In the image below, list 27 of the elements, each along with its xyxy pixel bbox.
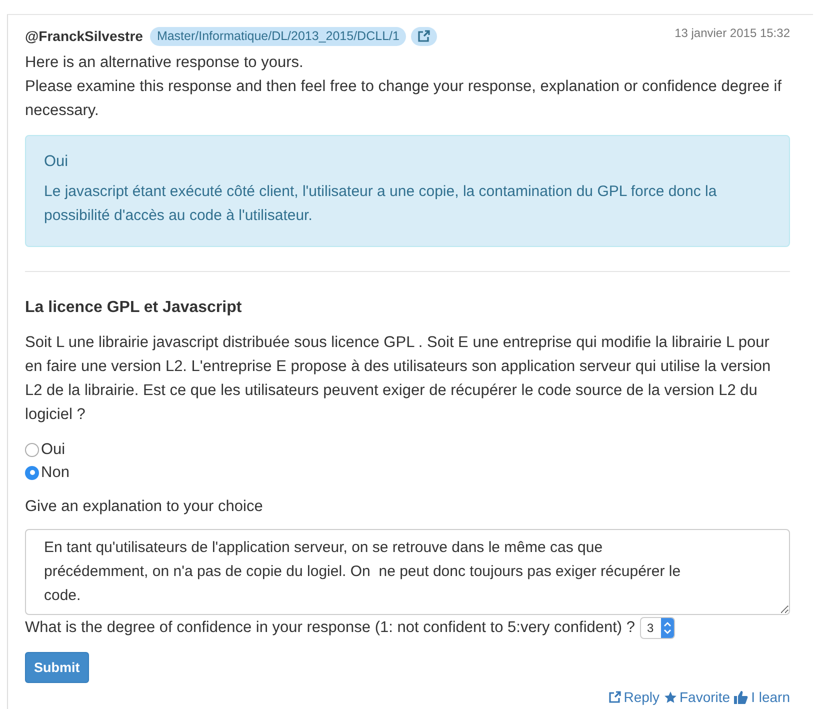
share-icon — [418, 30, 430, 42]
explanation-field[interactable]: En tant qu'utilisateurs de l'application serveur, on se retrouve dans le même cas que précédemment, on n'a pas de copie du logiel. On ne peut donc toujours pas exiger récupérer le code. — [25, 529, 790, 615]
intro-text: Please examine this response and then feel free to change your response, explanation or confidence degree if necessary. — [25, 77, 783, 121]
post-date: 13 janvier 2015 15:32 — [674, 25, 790, 41]
favorite-link[interactable]: Favorite — [664, 689, 730, 705]
share-button[interactable] — [411, 26, 438, 46]
submit-button[interactable]: Submit — [25, 652, 89, 683]
confidence-label: What is the degree of confidence in your response (1: not confident to 5:very confident) ? — [25, 618, 636, 638]
reply-link[interactable]: Reply — [608, 689, 660, 705]
reply-icon — [608, 691, 621, 703]
question-text: Soit L une librairie javascript distribuée sous licence GPL . Soit E une entreprise qui modifie la librairie L pour en faire une version L2. L'entreprise E propose à des utilisateurs son application serveur qui utilise la version L2 de la librairie. Est ce que les utilisateurs peuvent exiger de récupérer le code source de la version L2 du logiciel ? — [25, 333, 772, 425]
intro-text: Here is an alternative response to yours. — [25, 53, 304, 73]
question-title: La licence GPL et Javascript — [25, 298, 243, 318]
radio-button[interactable] — [25, 442, 39, 456]
confidence-select[interactable]: 3 — [640, 617, 676, 639]
thumbs-up-icon — [734, 690, 748, 704]
explanation-label: Give an explanation to your choice — [25, 497, 264, 517]
stepper-icon — [661, 618, 674, 638]
radio-button[interactable] — [25, 466, 39, 480]
option-label: Non — [41, 462, 70, 482]
learn-link[interactable]: I learn — [734, 689, 790, 705]
alternative-answer: Oui — [44, 152, 70, 172]
option-label: Oui — [41, 440, 66, 460]
course-tag[interactable]: Master/Informatique/DL/2013_2015/DCLL/1 — [150, 26, 406, 46]
alternative-explanation: Le javascript étant exécuté côté client, l'utilisateur a une copie, la contamination du GPL force donc la possibilité d'accès au code à l'utilisateur. — [44, 182, 718, 226]
star-icon — [664, 690, 676, 704]
author-name[interactable]: @FranckSilvestre — [25, 24, 143, 48]
